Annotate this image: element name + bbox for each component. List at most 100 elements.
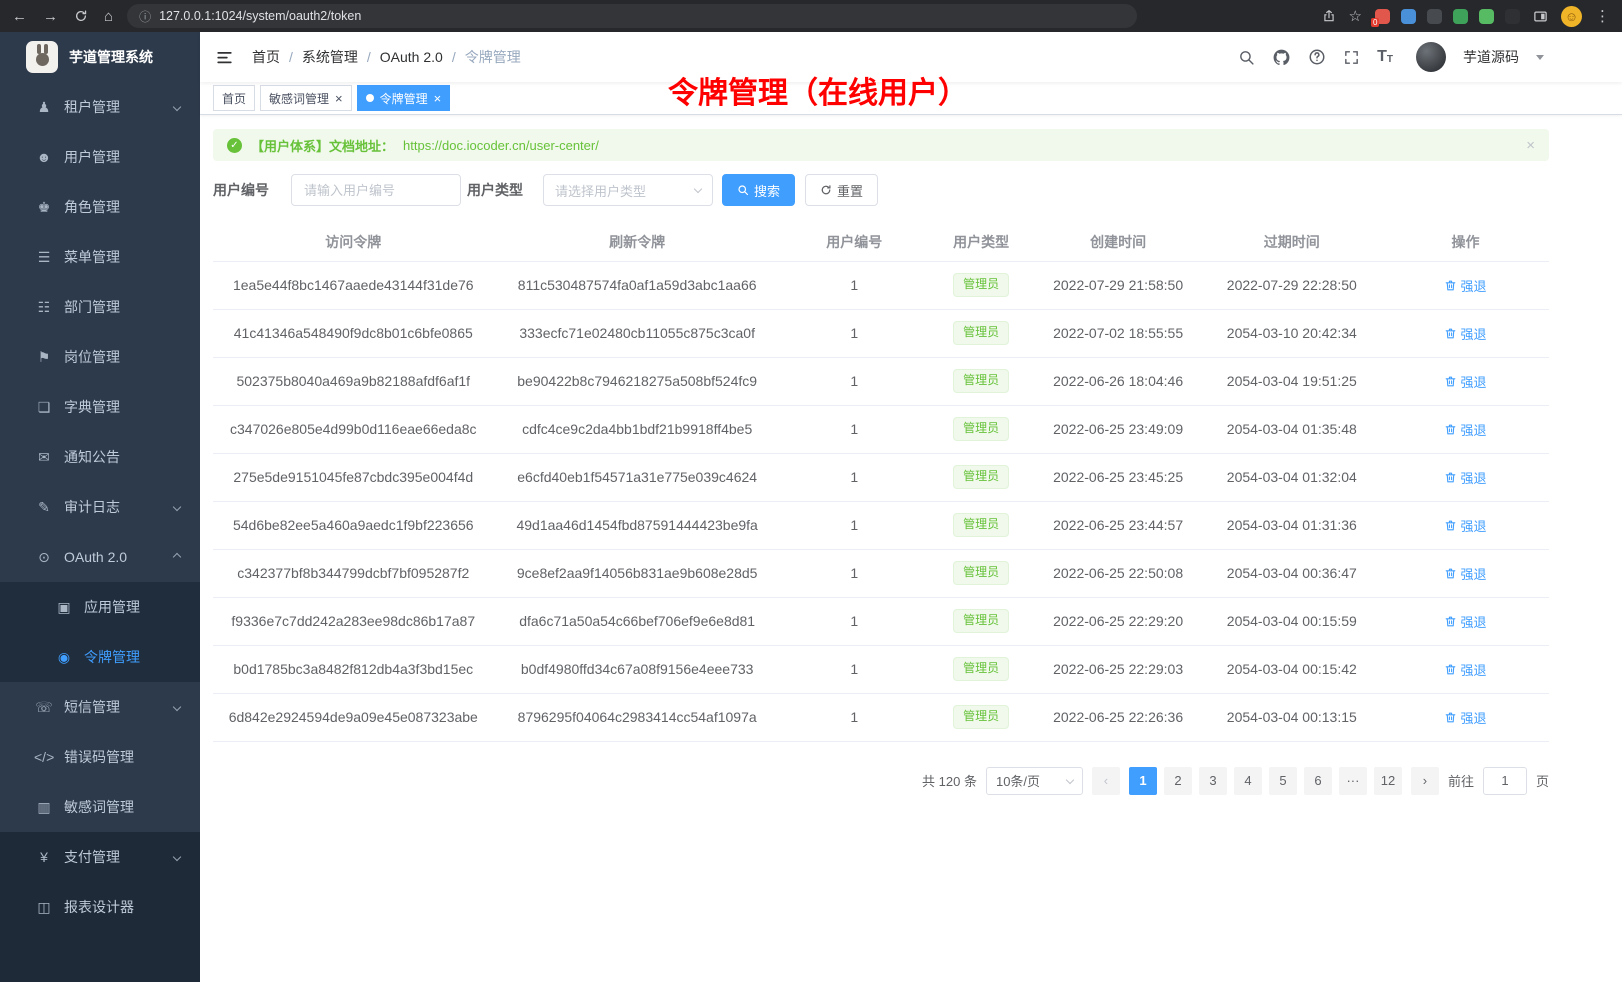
page-ellipsis[interactable]: ··· [1339,767,1367,795]
breadcrumb-item[interactable]: 系统管理 [302,47,358,67]
sidebar-item-report[interactable]: ◫报表设计器 [0,882,200,932]
share-icon[interactable] [1322,9,1336,23]
refresh-token-cell: 8796295f04064c2983414cc54af1097a [494,693,781,741]
github-icon[interactable] [1272,48,1291,67]
force-logout-button[interactable]: 强退 [1444,468,1486,487]
page-button-3[interactable]: 3 [1199,767,1227,795]
menu-list-icon: ☰ [34,249,54,266]
user-id-input[interactable] [291,174,461,206]
access-token-cell: b0d1785bc3a8482f812db4a3f3bd15ec [213,645,494,693]
extension-dark-icon[interactable] [1427,9,1442,24]
user-type-select[interactable]: 请选择用户类型 [543,174,713,206]
user-avatar[interactable] [1416,42,1446,72]
page-button-1[interactable]: 1 [1129,767,1157,795]
chevron-down-icon[interactable] [1536,55,1544,60]
force-logout-button[interactable]: 强退 [1444,420,1486,439]
table-body: 1ea5e44f8bc1467aaede43144f31de76811c5304… [213,261,1549,741]
page-button-6[interactable]: 6 [1304,767,1332,795]
extension-blue-icon[interactable] [1401,9,1416,24]
bookmark-star-icon[interactable]: ☆ [1349,9,1362,24]
force-logout-label: 强退 [1460,660,1486,679]
address-bar[interactable]: ⓘ 127.0.0.1:1024/system/oauth2/token [127,4,1137,28]
sidebar: 芋道管理系统 ♟租户管理☻用户管理♚角色管理☰菜单管理☷部门管理⚑岗位管理❏字典… [0,32,200,982]
hamburger-icon[interactable] [215,48,234,67]
extension-red-icon[interactable]: 0 [1375,9,1390,24]
search-icon[interactable] [1238,49,1255,66]
sidebar-item-notice[interactable]: ✉通知公告 [0,432,200,482]
next-page-button[interactable]: › [1411,767,1439,795]
help-icon[interactable] [1308,48,1326,66]
sidebar-item-sms[interactable]: ☏短信管理 [0,682,200,732]
sidebar-item-pay[interactable]: ¥支付管理 [0,832,200,882]
forward-icon[interactable]: → [43,9,58,24]
alert-close-icon[interactable]: × [1526,137,1535,154]
create-time-cell: 2022-06-25 22:26:36 [1035,693,1202,741]
fullscreen-icon[interactable] [1343,49,1360,66]
goto-page-input[interactable] [1483,767,1527,795]
page-button-2[interactable]: 2 [1164,767,1192,795]
sidebar-item-dept[interactable]: ☷部门管理 [0,282,200,332]
force-logout-button[interactable]: 强退 [1444,660,1486,679]
sidebar-item-tenant[interactable]: ♟租户管理 [0,82,200,132]
force-logout-button[interactable]: 强退 [1444,612,1486,631]
site-info-icon[interactable]: ⓘ [139,8,151,25]
reset-button[interactable]: 重置 [805,174,878,206]
close-icon[interactable]: × [335,92,343,105]
error-code-icon: </> [34,749,54,765]
sidebar-item-oauth2-token[interactable]: ◉令牌管理 [0,632,200,682]
extension-black-icon[interactable] [1505,9,1520,24]
browser-profile-avatar[interactable]: ☺ [1561,6,1582,27]
sidebar-item-oauth2[interactable]: ⊙OAuth 2.0 [0,532,200,582]
force-logout-button[interactable]: 强退 [1444,372,1486,391]
force-logout-button[interactable]: 强退 [1444,516,1486,535]
browser-menu-icon[interactable]: ⋮ [1595,9,1610,24]
refresh-icon[interactable] [74,9,88,23]
user-type-badge: 管理员 [953,705,1009,729]
refresh-token-cell: b0df4980ffd34c67a08f9156e4eee733 [494,645,781,693]
sidebar-item-post[interactable]: ⚑岗位管理 [0,332,200,382]
page-button-4[interactable]: 4 [1234,767,1262,795]
tab-home[interactable]: 首页 [213,85,255,111]
sidebar-item-role[interactable]: ♚角色管理 [0,182,200,232]
split-view-icon[interactable] [1533,9,1548,24]
table-row: 6d842e2924594de9a09e45e087323abe8796295f… [213,693,1549,741]
page-button-5[interactable]: 5 [1269,767,1297,795]
extension-puzzle-icon[interactable] [1479,9,1494,24]
sidebar-item-audit[interactable]: ✎审计日志 [0,482,200,532]
force-logout-button[interactable]: 强退 [1444,324,1486,343]
font-size-icon[interactable]: TT [1377,49,1393,65]
search-button[interactable]: 搜索 [722,174,795,206]
sidebar-item-sensitive[interactable]: ▥敏感词管理 [0,782,200,832]
force-logout-button[interactable]: 强退 [1444,564,1486,583]
back-icon[interactable]: ← [12,9,27,24]
tab-sensitive-word[interactable]: 敏感词管理× [260,85,352,111]
sidebar-item-errcode[interactable]: </>错误码管理 [0,732,200,782]
prev-page-button[interactable]: ‹ [1092,767,1120,795]
home-icon[interactable]: ⌂ [104,9,113,24]
extension-green-icon[interactable] [1453,9,1468,24]
close-icon[interactable]: × [434,92,442,105]
app-logo[interactable]: 芋道管理系统 [0,32,200,82]
access-token-cell: 502375b8040a469a9b82188afdf6af1f [213,357,494,405]
page-size-select[interactable]: 10条/页 [986,767,1083,795]
page-buttons: 123456···12 [1129,767,1402,795]
user-id-cell: 1 [781,405,928,453]
sidebar-item-user[interactable]: ☻用户管理 [0,132,200,182]
sidebar-item-dict[interactable]: ❏字典管理 [0,382,200,432]
breadcrumb-item[interactable]: OAuth 2.0 [380,49,443,65]
force-logout-button[interactable]: 强退 [1444,708,1486,727]
sidebar-item-label: 部门管理 [64,297,120,317]
tab-token[interactable]: 令牌管理× [357,85,451,111]
refresh-token-cell: 811c530487574fa0af1a59d3abc1aa66 [494,261,781,309]
sidebar-item-menu[interactable]: ☰菜单管理 [0,232,200,282]
user-type-badge: 管理员 [953,273,1009,297]
breadcrumb-item[interactable]: 首页 [252,47,280,67]
alert-doc-link[interactable]: https://doc.iocoder.cn/user-center/ [403,138,599,153]
force-logout-button[interactable]: 强退 [1444,276,1486,295]
expire-time-cell: 2022-07-29 22:28:50 [1202,261,1382,309]
user-icon: ☻ [34,149,54,165]
column-header-6: 过期时间 [1202,224,1382,261]
user-name[interactable]: 芋道源码 [1463,47,1519,67]
sidebar-item-oauth2-app[interactable]: ▣应用管理 [0,582,200,632]
page-button-12[interactable]: 12 [1374,767,1402,795]
